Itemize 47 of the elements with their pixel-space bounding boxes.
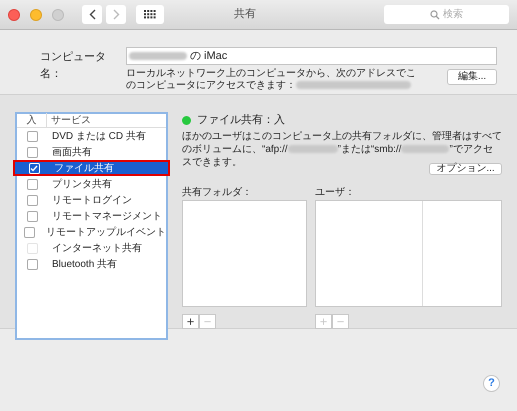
users-label: ユーザ： xyxy=(315,186,356,200)
computer-name-label: コンピュータ名： xyxy=(40,50,107,82)
search-icon xyxy=(430,10,440,20)
service-row[interactable]: リモートマネージメント xyxy=(17,208,166,224)
service-name: ファイル共有 xyxy=(53,162,114,176)
service-row[interactable]: ファイル共有 xyxy=(13,160,170,176)
shared-folders-label: 共有フォルダ： xyxy=(182,186,253,200)
column-header[interactable]: サービス xyxy=(47,113,91,128)
chevron-left-icon xyxy=(88,9,96,20)
checkbox[interactable] xyxy=(26,146,38,158)
show-all-button[interactable] xyxy=(136,5,164,24)
help-button[interactable]: ? xyxy=(483,375,500,392)
service-name: 画面共有 xyxy=(51,146,92,160)
column-header[interactable]: 入 xyxy=(17,113,47,128)
service-name: インターネット共有 xyxy=(51,242,142,256)
status-label: ファイル共有：入 xyxy=(197,112,285,128)
service-name: プリンタ共有 xyxy=(51,178,112,192)
chevron-right-icon xyxy=(112,9,120,20)
minimize-icon[interactable] xyxy=(30,8,42,20)
back-button[interactable] xyxy=(82,5,102,24)
address-note: ローカルネットワーク上のコンピュータから、次のアドレスでこのコンピュータにアクセスできます： xyxy=(126,68,416,92)
service-row[interactable]: DVD または CD 共有 xyxy=(17,128,166,144)
service-name: リモートマネージメント xyxy=(51,210,162,224)
service-name: リモートアップルイベント xyxy=(45,226,166,240)
service-row[interactable]: 画面共有 xyxy=(17,144,166,160)
checkmark-icon xyxy=(30,164,38,172)
service-name: リモートログイン xyxy=(51,194,132,208)
checkbox[interactable] xyxy=(26,178,38,190)
checkbox[interactable] xyxy=(26,258,38,270)
add-button[interactable]: + xyxy=(182,314,199,329)
options-button[interactable]: オプション... xyxy=(429,163,502,175)
checkbox[interactable] xyxy=(26,194,38,206)
service-name: DVD または CD 共有 xyxy=(51,130,146,144)
zoom-icon[interactable] xyxy=(52,8,64,20)
window-title: 共有 xyxy=(234,7,256,22)
computer-name-field[interactable]: の iMac xyxy=(126,47,497,65)
service-name: Bluetooth 共有 xyxy=(51,258,118,272)
checkbox[interactable] xyxy=(24,226,34,238)
service-row[interactable]: リモートログイン xyxy=(17,192,166,208)
service-row[interactable]: リモートアップルイベント xyxy=(17,224,166,240)
edit-button[interactable]: 編集... xyxy=(447,69,497,85)
checkbox[interactable] xyxy=(26,130,38,142)
grid-icon xyxy=(144,10,156,19)
service-row[interactable]: Bluetooth 共有 xyxy=(17,256,166,272)
service-row[interactable]: プリンタ共有 xyxy=(17,176,166,192)
checkbox[interactable] xyxy=(26,210,38,222)
close-icon[interactable] xyxy=(8,8,20,20)
